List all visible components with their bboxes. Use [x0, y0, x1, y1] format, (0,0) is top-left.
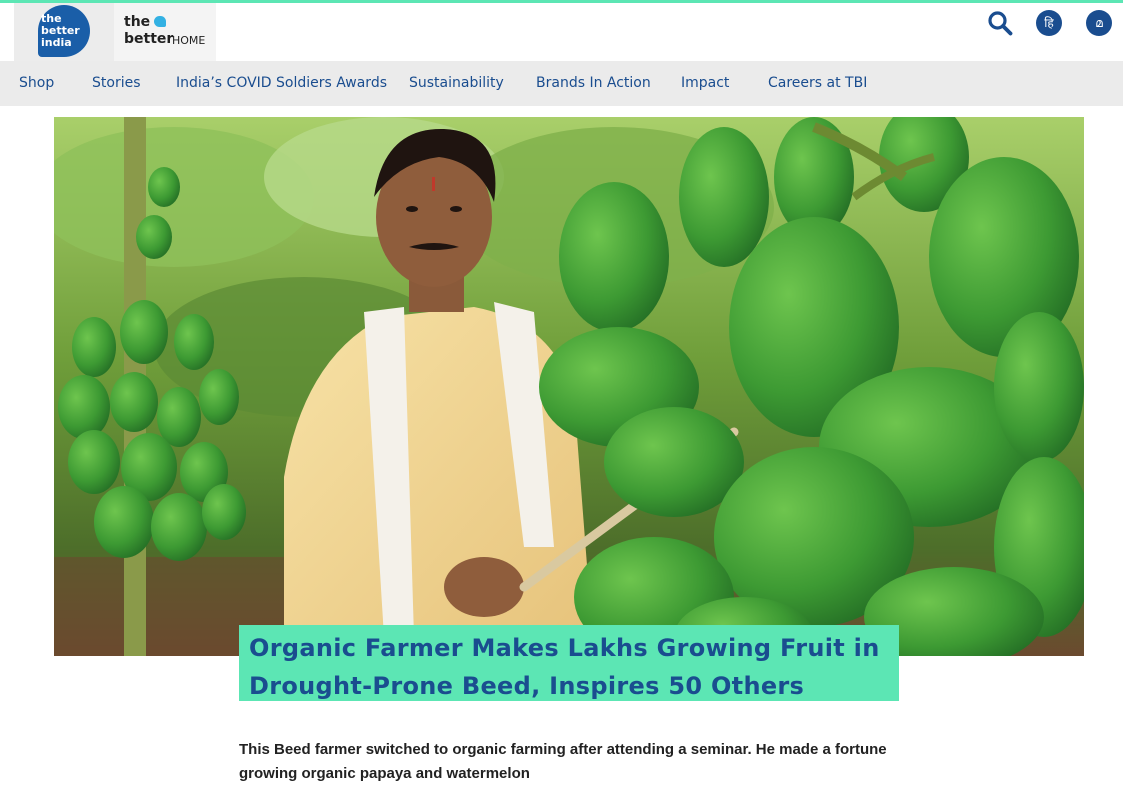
hindi-language-icon[interactable]: हि — [1036, 10, 1062, 36]
nav-item-shop[interactable]: Shop — [19, 75, 54, 91]
malayalam-language-icon[interactable]: മ — [1086, 10, 1112, 36]
logo-home-better: better — [124, 31, 174, 47]
article-title: Organic Farmer Makes Lakhs Growing Fruit… — [249, 634, 880, 700]
nav-item-brands-in-action[interactable]: Brands In Action — [536, 75, 651, 91]
nav-item-stories[interactable]: Stories — [92, 75, 141, 91]
article-subtitle: This Beed farmer switched to organic far… — [239, 741, 887, 782]
main-navigation: Shop Stories India’s COVID Soldiers Awar… — [0, 61, 1123, 106]
hero-image — [54, 117, 1084, 656]
nav-item-covid-soldiers-awards[interactable]: India’s COVID Soldiers Awards — [176, 75, 387, 91]
nav-item-impact[interactable]: Impact — [681, 75, 729, 91]
heart-icon — [154, 16, 166, 27]
logo-text: the better india — [41, 12, 80, 49]
nav-item-careers[interactable]: Careers at TBI — [768, 75, 867, 91]
logo-home-home: HOME — [172, 34, 206, 47]
site-header: the better india the better HOME हि മ — [0, 3, 1123, 61]
headline-banner: Organic Farmer Makes Lakhs Growing Fruit… — [239, 625, 899, 701]
logo-home-the: the — [124, 14, 151, 30]
the-better-india-logo[interactable]: the better india — [14, 3, 114, 61]
search-icon[interactable] — [987, 10, 1013, 36]
nav-item-sustainability[interactable]: Sustainability — [409, 75, 504, 91]
the-better-home-logo[interactable]: the better HOME — [114, 3, 216, 61]
